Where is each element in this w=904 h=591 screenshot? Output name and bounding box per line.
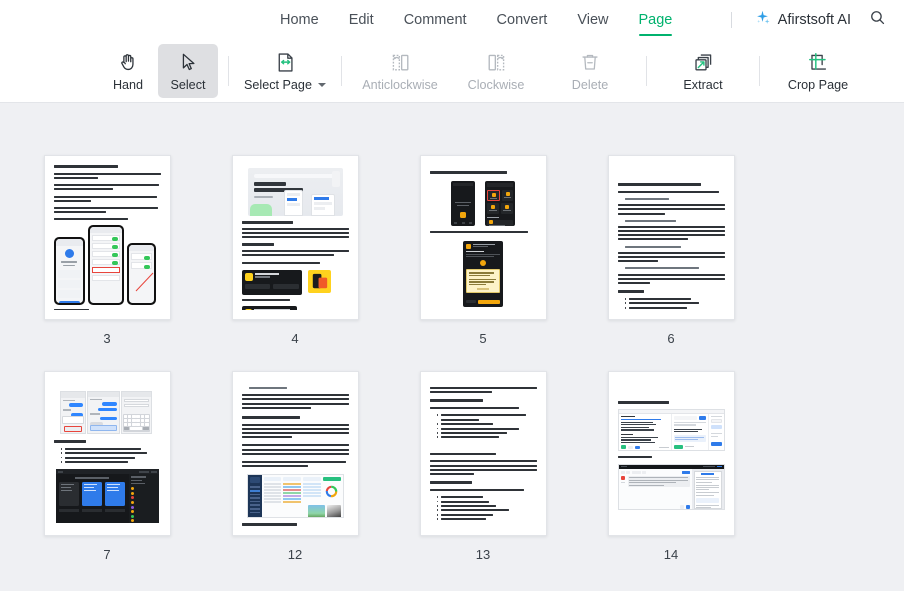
menu-tab-view[interactable]: View <box>577 0 608 40</box>
tool-anticlockwise-label: Anticlockwise <box>362 78 438 92</box>
tool-clockwise[interactable]: Clockwise <box>448 44 544 98</box>
menu-tab-comment[interactable]: Comment <box>404 0 467 40</box>
tool-hand[interactable]: Hand <box>98 44 158 98</box>
light-app-screenshot-bottom <box>617 463 725 510</box>
menu-tab-home[interactable]: Home <box>280 0 319 40</box>
page-number-label: 7 <box>103 547 111 562</box>
page-number-label: 4 <box>291 331 299 346</box>
tool-select-page-label: Select Page <box>244 78 326 92</box>
dark-menu-screen <box>485 180 515 226</box>
page-thumbnail[interactable] <box>43 155 171 320</box>
page-cell-4: 4 <box>201 155 389 346</box>
crop-icon <box>807 50 830 74</box>
bullet-list <box>54 447 161 463</box>
menu-divider <box>730 12 732 28</box>
rotate-left-icon <box>389 50 412 74</box>
select-page-text: Select Page <box>244 78 312 92</box>
page-preview-6 <box>617 165 725 310</box>
donut-chart-icon <box>325 486 338 498</box>
menu-bar: Home Edit Comment Convert View Page Afir… <box>0 0 904 40</box>
bullet-list <box>430 496 537 521</box>
phone-mockups <box>53 225 161 306</box>
tool-select-label: Select <box>170 78 206 92</box>
trash-icon <box>579 50 601 74</box>
tool-crop-page-label: Crop Page <box>787 78 849 92</box>
page-thumbnail[interactable] <box>231 155 359 320</box>
dark-phone-screen <box>451 180 475 226</box>
page-thumbnail[interactable] <box>419 371 547 536</box>
tool-crop-page[interactable]: Crop Page <box>770 44 866 98</box>
tool-clockwise-label: Clockwise <box>467 78 525 92</box>
chevron-down-icon[interactable] <box>317 83 326 87</box>
menu-bar-right: Afirstsoft AI <box>730 0 904 40</box>
cursor-icon <box>177 50 199 74</box>
page-number-label: 12 <box>287 547 303 562</box>
dashboard-image <box>246 474 344 519</box>
tool-anticlockwise[interactable]: Anticlockwise <box>352 44 448 98</box>
menu-tab-convert[interactable]: Convert <box>497 0 548 40</box>
banner-image <box>247 168 343 216</box>
tool-delete-label: Delete <box>571 78 609 92</box>
page-cell-5: 5 <box>389 155 577 346</box>
page-cell-6: 6 <box>577 155 765 346</box>
page-thumbnail-canvas[interactable]: 3 4 5 6 7 12 13 14 <box>0 103 904 591</box>
tool-select-page[interactable]: Select Page <box>239 44 331 98</box>
page-cell-13: 13 <box>389 371 577 562</box>
toolbar-separator-3 <box>646 56 647 86</box>
afirstsoft-ai-label: Afirstsoft AI <box>777 12 851 28</box>
page-number-label: 13 <box>475 547 491 562</box>
page-thumbnail[interactable] <box>607 371 735 536</box>
menu-tab-page[interactable]: Page <box>638 0 672 40</box>
page-preview-14 <box>617 381 725 526</box>
page-cell-14: 14 <box>577 371 765 562</box>
page-cell-7: 7 <box>13 371 201 562</box>
imessage-screens <box>59 391 155 434</box>
bullet-list <box>618 297 725 310</box>
toolbar-separator-1 <box>228 56 229 86</box>
page-cell-3: 3 <box>13 155 201 346</box>
extract-pages-icon <box>692 50 715 74</box>
page-number-label: 14 <box>663 547 679 562</box>
hand-icon <box>117 50 139 74</box>
tool-extract[interactable]: Extract <box>657 44 749 98</box>
page-toolbar: Hand Select Select Page Anticlockwise Cl… <box>0 40 904 103</box>
page-cell-12: 12 <box>201 371 389 562</box>
dark-dashboard-image <box>55 469 159 524</box>
afirstsoft-ai-button[interactable]: Afirstsoft AI <box>754 9 851 31</box>
toolbar-separator-2 <box>341 56 342 86</box>
page-number-label: 6 <box>667 331 675 346</box>
tool-select[interactable]: Select <box>158 44 218 98</box>
page-thumbnail[interactable] <box>607 155 735 320</box>
app-icon-yellow <box>307 269 331 293</box>
page-number-label: 3 <box>103 331 111 346</box>
menu-tab-edit[interactable]: Edit <box>349 0 374 40</box>
page-resize-icon <box>274 50 297 74</box>
light-app-screenshot-top <box>617 408 725 451</box>
page-preview-3 <box>53 165 161 310</box>
toolbar-separator-4 <box>759 56 760 86</box>
page-preview-4 <box>241 165 349 310</box>
page-preview-5 <box>429 165 537 310</box>
tool-delete[interactable]: Delete <box>544 44 636 98</box>
bullet-list <box>430 414 537 439</box>
rotate-right-icon <box>485 50 508 74</box>
page-grid: 3 4 5 6 7 12 13 14 <box>0 155 904 587</box>
search-button[interactable] <box>869 9 886 31</box>
search-icon <box>869 9 886 31</box>
main-menu-tabs: Home Edit Comment Convert View Page <box>280 0 672 40</box>
dark-detail-screen <box>463 240 503 307</box>
page-thumbnail[interactable] <box>419 155 547 320</box>
page-thumbnail[interactable] <box>43 371 171 536</box>
tool-hand-label: Hand <box>112 78 144 92</box>
page-thumbnail[interactable] <box>231 371 359 536</box>
page-preview-7 <box>53 381 161 526</box>
sparkle-icon <box>754 9 771 31</box>
page-number-label: 5 <box>479 331 487 346</box>
dark-dialog-card <box>241 305 297 310</box>
tool-extract-label: Extract <box>683 78 723 92</box>
page-preview-12 <box>241 381 349 526</box>
page-preview-13 <box>429 381 537 526</box>
dark-app-card <box>241 269 302 295</box>
